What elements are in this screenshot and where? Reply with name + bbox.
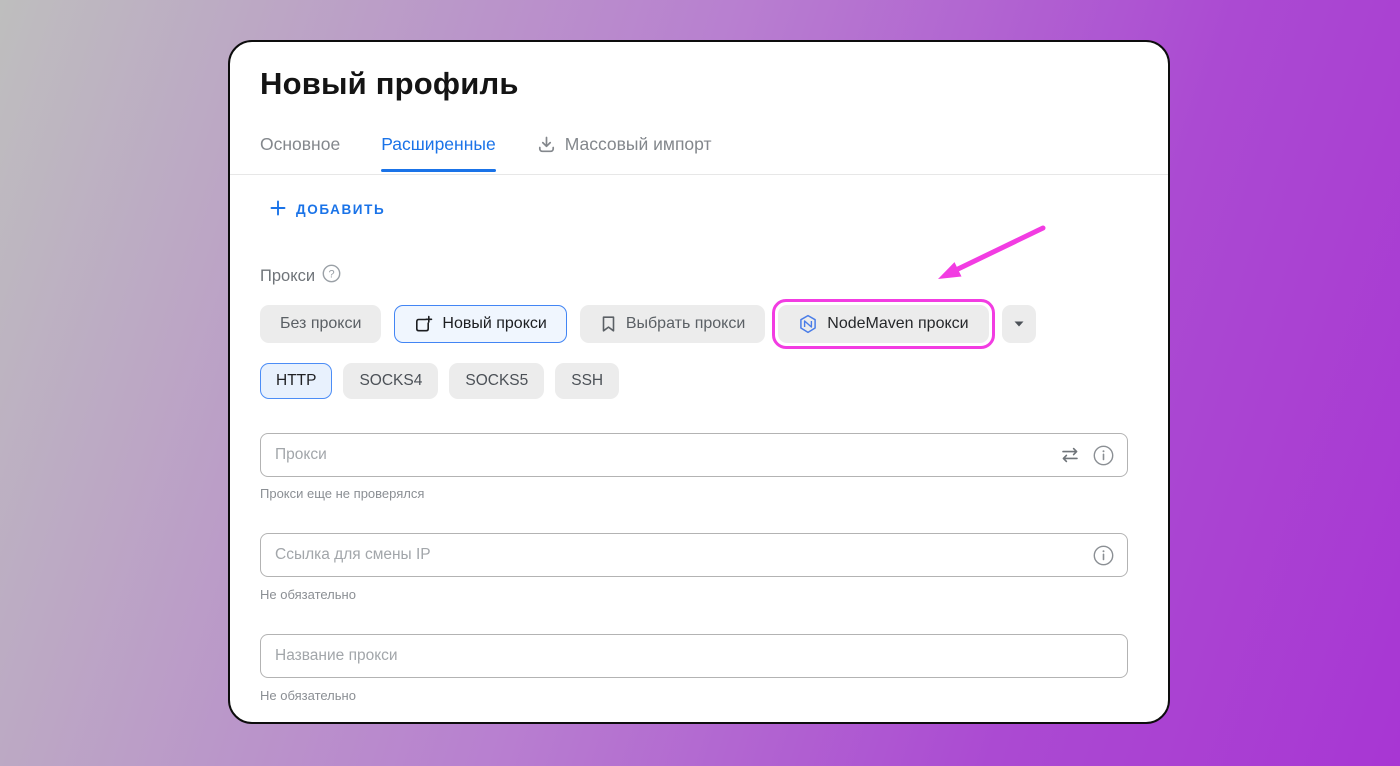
nodemaven-proxy-label: NodeMaven прокси [827, 315, 968, 333]
select-proxy-label: Выбрать прокси [626, 315, 745, 333]
proxy-section-label: Прокси ? [260, 264, 341, 288]
download-icon [537, 135, 556, 154]
new-proxy-plus-icon [414, 315, 433, 334]
page-background: Новый профиль Основное Расширенные Массо… [0, 0, 1400, 766]
new-proxy-button[interactable]: Новый прокси [394, 305, 566, 343]
add-button-label: ДОБАВИТЬ [296, 202, 385, 217]
no-proxy-button[interactable]: Без прокси [260, 305, 381, 343]
nodemaven-button-wrapper: NodeMaven прокси [778, 305, 988, 343]
question-circle-icon[interactable]: ? [322, 264, 341, 288]
add-button[interactable]: ДОБАВИТЬ [270, 200, 385, 219]
tab-basic[interactable]: Основное [260, 134, 340, 169]
change-ip-input[interactable] [260, 533, 1128, 577]
proxy-provider-dropdown-button[interactable] [1002, 305, 1036, 343]
tab-bulk-import-label: Массовый импорт [565, 134, 712, 155]
proxy-type-buttons: Без прокси Новый прокси Выбрать про [260, 305, 1036, 343]
tab-divider [230, 174, 1168, 175]
swap-icon[interactable] [1060, 447, 1080, 463]
proxy-input[interactable] [260, 433, 1128, 477]
protocol-ssh-button[interactable]: SSH [555, 363, 619, 399]
info-icon[interactable] [1093, 545, 1114, 566]
proxy-input-field [260, 433, 1128, 477]
new-profile-modal: Новый профиль Основное Расширенные Массо… [228, 40, 1170, 724]
nodemaven-proxy-button[interactable]: NodeMaven прокси [778, 305, 988, 343]
nodemaven-hexagon-icon [798, 314, 818, 334]
proxy-input-icons [1060, 433, 1114, 477]
proxy-status-text: Прокси еще не проверялся [260, 486, 424, 501]
bookmark-icon [600, 315, 617, 333]
active-tab-underline [381, 169, 496, 172]
info-icon[interactable] [1093, 445, 1114, 466]
change-ip-field [260, 533, 1128, 577]
proxy-name-helper-text: Не обязательно [260, 688, 356, 703]
protocol-socks5-button[interactable]: SOCKS5 [449, 363, 544, 399]
no-proxy-label: Без прокси [280, 315, 361, 333]
proxy-name-field [260, 634, 1128, 678]
tab-advanced[interactable]: Расширенные [381, 134, 496, 169]
tab-advanced-label: Расширенные [381, 134, 496, 155]
proxy-name-input[interactable] [260, 634, 1128, 678]
tab-bulk-import[interactable]: Массовый импорт [537, 134, 712, 169]
caret-down-icon [1013, 320, 1025, 328]
proxy-label-text: Прокси [260, 267, 315, 286]
select-proxy-button[interactable]: Выбрать прокси [580, 305, 765, 343]
svg-text:?: ? [329, 268, 335, 280]
page-title: Новый профиль [260, 66, 519, 102]
new-proxy-label: Новый прокси [442, 315, 546, 333]
tab-basic-label: Основное [260, 134, 340, 155]
protocol-socks4-button[interactable]: SOCKS4 [343, 363, 438, 399]
plus-icon [270, 200, 286, 219]
change-ip-helper-text: Не обязательно [260, 587, 356, 602]
change-ip-icons [1093, 533, 1114, 577]
protocol-http-button[interactable]: HTTP [260, 363, 332, 399]
protocol-buttons: HTTP SOCKS4 SOCKS5 SSH [260, 363, 619, 399]
tab-bar: Основное Расширенные Массовый импорт [260, 134, 712, 169]
